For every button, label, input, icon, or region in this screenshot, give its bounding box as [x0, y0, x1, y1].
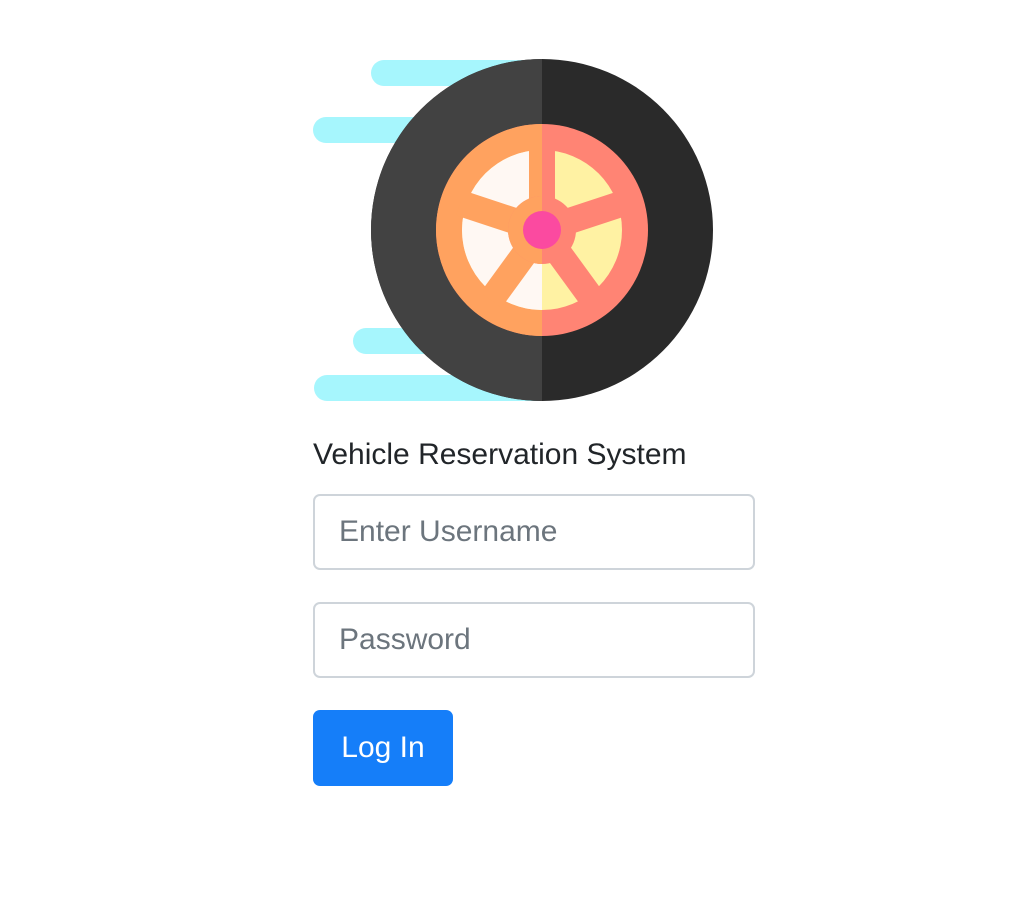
speeding-wheel-icon [313, 59, 713, 401]
app-title: Vehicle Reservation System [313, 438, 687, 471]
password-input[interactable] [313, 602, 755, 678]
username-input[interactable] [313, 494, 755, 570]
login-button[interactable]: Log In [313, 710, 453, 786]
